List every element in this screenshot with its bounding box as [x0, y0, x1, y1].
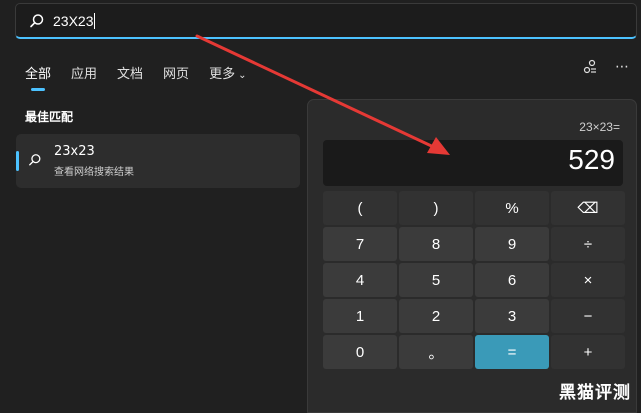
- key-3[interactable]: 3: [475, 299, 549, 333]
- key-5[interactable]: 5: [399, 263, 473, 297]
- tab-more-label: 更多: [209, 66, 236, 82]
- calculator-display: 529: [323, 140, 623, 186]
- search-input[interactable]: 23X23: [53, 13, 93, 29]
- key-subtract[interactable]: −: [551, 299, 625, 333]
- key-equals[interactable]: =: [475, 335, 549, 369]
- calculator-keypad: ( ) % ⌫ 7 8 9 ÷ 4 5 6 × 1 2 3 − 0 。 = +: [323, 191, 625, 369]
- calculator-expression: 23×23=: [579, 120, 620, 134]
- key-multiply[interactable]: ×: [551, 263, 625, 297]
- key-add[interactable]: +: [551, 335, 625, 369]
- key-9[interactable]: 9: [475, 227, 549, 261]
- backspace-icon[interactable]: ⌫: [551, 191, 625, 225]
- key-percent[interactable]: %: [475, 191, 549, 225]
- text-caret: [94, 12, 96, 29]
- key-open-paren[interactable]: (: [323, 191, 397, 225]
- watermark: 黑猫评测: [559, 383, 631, 403]
- calculator-panel: 23×23= 529 ( ) % ⌫ 7 8 9 ÷ 4 5 6 × 1 2 3…: [307, 99, 637, 413]
- result-subtitle: 查看网络搜索结果: [54, 167, 134, 178]
- account-switch-icon[interactable]: [581, 58, 599, 76]
- more-options-icon[interactable]: ⋯: [613, 58, 631, 76]
- selection-indicator: [16, 151, 19, 171]
- search-bar[interactable]: 23X23: [15, 3, 637, 39]
- key-2[interactable]: 2: [399, 299, 473, 333]
- tab-web[interactable]: 网页: [163, 63, 189, 82]
- result-title: 23x23: [54, 144, 95, 159]
- tab-documents[interactable]: 文档: [117, 63, 143, 82]
- best-match-result[interactable]: 23x23 查看网络搜索结果: [16, 134, 300, 188]
- tab-all[interactable]: 全部: [25, 63, 51, 82]
- key-close-paren[interactable]: ): [399, 191, 473, 225]
- key-7[interactable]: 7: [323, 227, 397, 261]
- key-divide[interactable]: ÷: [551, 227, 625, 261]
- key-4[interactable]: 4: [323, 263, 397, 297]
- best-match-heading: 最佳匹配: [25, 110, 74, 124]
- search-icon: [30, 13, 44, 27]
- search-icon: [29, 154, 41, 166]
- key-6[interactable]: 6: [475, 263, 549, 297]
- key-0[interactable]: 0: [323, 335, 397, 369]
- toolbar-right: ⋯: [581, 58, 631, 76]
- tab-more[interactable]: 更多 ⌄: [209, 63, 246, 82]
- chevron-down-icon: ⌄: [238, 69, 247, 81]
- key-1[interactable]: 1: [323, 299, 397, 333]
- calculator-result: 529: [568, 144, 615, 175]
- key-8[interactable]: 8: [399, 227, 473, 261]
- key-decimal[interactable]: 。: [399, 335, 473, 369]
- tab-apps[interactable]: 应用: [71, 63, 97, 82]
- filter-tabs: 全部 应用 文档 网页 更多 ⌄: [25, 60, 266, 84]
